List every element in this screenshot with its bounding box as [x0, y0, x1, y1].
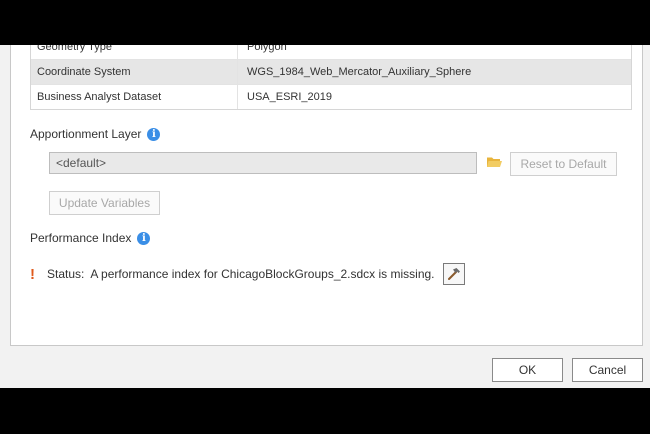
- status-prefix: Status:: [47, 267, 85, 281]
- hammer-icon: [447, 268, 460, 280]
- row-value: USA_ESRI_2019: [247, 91, 332, 103]
- properties-table: Geometry Type Polygon Coordinate System …: [30, 45, 632, 110]
- folder-icon[interactable]: [487, 156, 502, 168]
- reset-to-default-button[interactable]: Reset to Default: [510, 152, 617, 176]
- performance-index-text: Performance Index: [30, 231, 132, 245]
- table-row[interactable]: Geometry Type Polygon: [31, 45, 631, 59]
- update-variables-button[interactable]: Update Variables: [49, 191, 160, 215]
- ok-button[interactable]: OK: [492, 358, 563, 382]
- table-row[interactable]: Coordinate System WGS_1984_Web_Mercator_…: [31, 59, 631, 84]
- performance-index-label: Performance Index i: [30, 231, 151, 245]
- cancel-button[interactable]: Cancel: [572, 358, 643, 382]
- row-value: Polygon: [247, 45, 287, 53]
- properties-panel: Geometry Type Polygon Coordinate System …: [10, 45, 643, 346]
- build-index-button[interactable]: [442, 263, 465, 285]
- apportionment-layer-label: Apportionment Layer i: [30, 127, 161, 141]
- status-text: A performance index for ChicagoBlockGrou…: [90, 267, 435, 281]
- row-value: WGS_1984_Web_Mercator_Auxiliary_Sphere: [247, 66, 472, 78]
- performance-status: ! Status: A performance index for Chicag…: [30, 263, 465, 285]
- row-key: Geometry Type: [31, 45, 238, 59]
- row-key: Business Analyst Dataset: [31, 85, 238, 109]
- apportionment-layer-text: Apportionment Layer: [30, 127, 142, 141]
- dialog: Geometry Type Polygon Coordinate System …: [0, 45, 650, 388]
- warning-icon: !: [30, 265, 35, 283]
- info-icon[interactable]: i: [137, 231, 151, 245]
- table-row[interactable]: Business Analyst Dataset USA_ESRI_2019: [31, 84, 631, 109]
- row-key: Coordinate System: [31, 60, 238, 84]
- info-icon[interactable]: i: [147, 127, 161, 141]
- apportionment-layer-input[interactable]: <default>: [49, 152, 477, 174]
